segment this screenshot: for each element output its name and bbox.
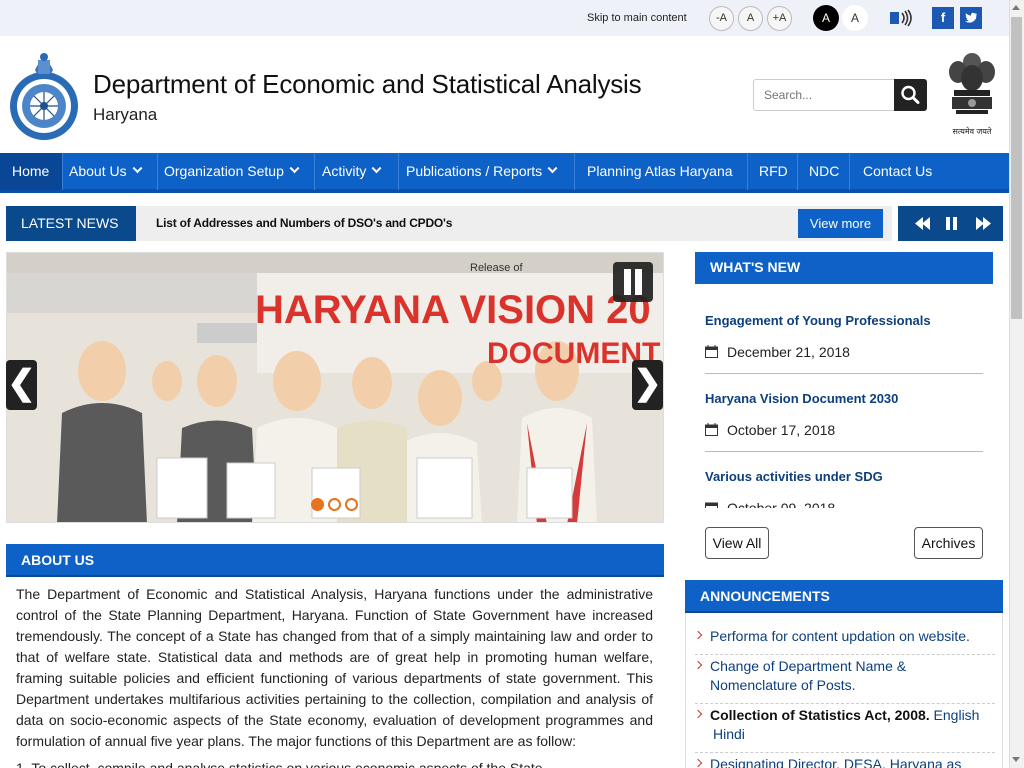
pause-icon	[624, 269, 642, 295]
banner-release: Release of	[470, 262, 524, 274]
announcements-heading: ANNOUNCEMENTS	[685, 580, 1003, 613]
calendar-icon	[705, 423, 718, 436]
rewind-icon[interactable]	[915, 217, 930, 230]
font-decrease-button[interactable]: -A	[709, 6, 734, 31]
facebook-icon[interactable]: f	[932, 7, 954, 29]
calendar-icon	[705, 345, 718, 358]
search-input[interactable]	[753, 79, 895, 111]
nav-contact-us[interactable]: Contact Us	[849, 153, 949, 190]
whats-new-list: Engagement of Young Professionals Decemb…	[695, 284, 993, 508]
announcement-item[interactable]: Performa for content updation on website…	[693, 627, 995, 646]
whats-new-item-date: October 09, 2018	[727, 500, 836, 508]
slider-dot-1[interactable]	[311, 498, 324, 511]
whats-new-item-date: December 21, 2018	[727, 344, 850, 360]
slider-next-arrow[interactable]: ❯	[632, 360, 663, 410]
nav-rfd[interactable]: RFD	[747, 153, 797, 190]
slider-pause-button[interactable]	[613, 262, 653, 302]
english-link[interactable]: English	[934, 707, 980, 723]
announcement-item[interactable]: Change of Department Name & Nomenclature…	[693, 657, 995, 695]
latest-news-ticker: LATEST NEWS List of Addresses and Number…	[6, 206, 892, 241]
nav-planning-atlas[interactable]: Planning Atlas Haryana	[574, 153, 747, 190]
image-slider[interactable]: HARYANA VISION 20 DOCUMENT Release of	[6, 252, 664, 523]
chevron-down-icon	[289, 163, 300, 174]
site-title: Department of Economic and Statistical A…	[93, 69, 642, 99]
top-utility-bar: Skip to main content -A A +A A A f	[0, 0, 1009, 36]
forward-icon[interactable]	[976, 217, 991, 230]
slider-dot-3[interactable]	[345, 498, 358, 511]
nav-activity[interactable]: Activity	[314, 153, 398, 190]
hindi-link[interactable]: Hindi	[713, 726, 745, 742]
about-functions-list-item: 1. To collect, compile and analyse stati…	[16, 760, 543, 768]
site-header: Department of Economic and Statistical A…	[0, 36, 1009, 153]
pause-icon[interactable]	[946, 217, 957, 230]
emblem-caption: सत्यमेव जयते	[952, 127, 992, 136]
news-headline-link[interactable]: List of Addresses and Numbers of DSO's a…	[156, 216, 452, 230]
whats-new-item-title[interactable]: Various activities under SDG	[705, 469, 883, 484]
banner-title: HARYANA VISION 20	[255, 288, 651, 332]
normal-contrast-button[interactable]: A	[842, 5, 868, 31]
chevron-down-icon	[371, 163, 382, 174]
chevron-down-icon	[547, 163, 558, 174]
slider-dot-2[interactable]	[328, 498, 341, 511]
twitter-icon[interactable]	[960, 7, 982, 29]
nav-ndc[interactable]: NDC	[797, 153, 849, 190]
nav-home[interactable]: Home	[0, 153, 62, 190]
scroll-up-icon[interactable]	[1012, 5, 1020, 10]
whats-new-heading: WHAT'S NEW	[695, 252, 993, 284]
latest-news-label: LATEST NEWS	[6, 206, 136, 241]
main-navigation: Home About Us Organization Setup Activit…	[0, 153, 1009, 193]
view-more-button[interactable]: View more	[798, 209, 883, 238]
slider-prev-arrow[interactable]: ❮	[6, 360, 37, 410]
font-normal-button[interactable]: A	[738, 6, 763, 31]
news-controls	[898, 206, 1003, 241]
announcement-item[interactable]: Designating Director, DESA, Haryana as N…	[693, 755, 995, 768]
skip-to-content-link[interactable]: Skip to main content	[587, 12, 687, 24]
search-button[interactable]	[894, 79, 927, 111]
national-emblem: सत्यमेव जयते	[944, 48, 1000, 142]
site-subtitle: Haryana	[93, 105, 158, 124]
announcement-item: Collection of Statistics Act, 2008. Engl…	[693, 706, 995, 744]
whats-new-item-title[interactable]: Engagement of Young Professionals	[705, 313, 931, 328]
screen-reader-icon[interactable]	[889, 9, 913, 27]
nav-organization-setup[interactable]: Organization Setup	[157, 153, 314, 190]
view-all-button[interactable]: View All	[705, 527, 769, 559]
ashoka-emblem-icon	[949, 53, 995, 114]
search-icon	[901, 85, 920, 104]
haryana-logo-icon[interactable]	[7, 46, 81, 144]
nav-publications-reports[interactable]: Publications / Reports	[398, 153, 574, 190]
whats-new-item-date: October 17, 2018	[727, 422, 836, 438]
whats-new-item-title[interactable]: Haryana Vision Document 2030	[705, 391, 898, 406]
slider-photo: HARYANA VISION 20 DOCUMENT Release of	[7, 253, 663, 522]
scrollbar-thumb[interactable]	[1011, 17, 1022, 319]
high-contrast-button[interactable]: A	[813, 5, 839, 31]
calendar-icon	[705, 502, 718, 508]
about-us-text: The Department of Economic and Statistic…	[16, 586, 653, 749]
chevron-down-icon	[132, 163, 143, 174]
scroll-down-icon[interactable]	[1012, 757, 1020, 762]
nav-about-us[interactable]: About Us	[62, 153, 157, 190]
about-us-heading: ABOUT US	[6, 544, 664, 577]
font-increase-button[interactable]: +A	[767, 6, 792, 31]
archives-button[interactable]: Archives	[914, 527, 983, 559]
